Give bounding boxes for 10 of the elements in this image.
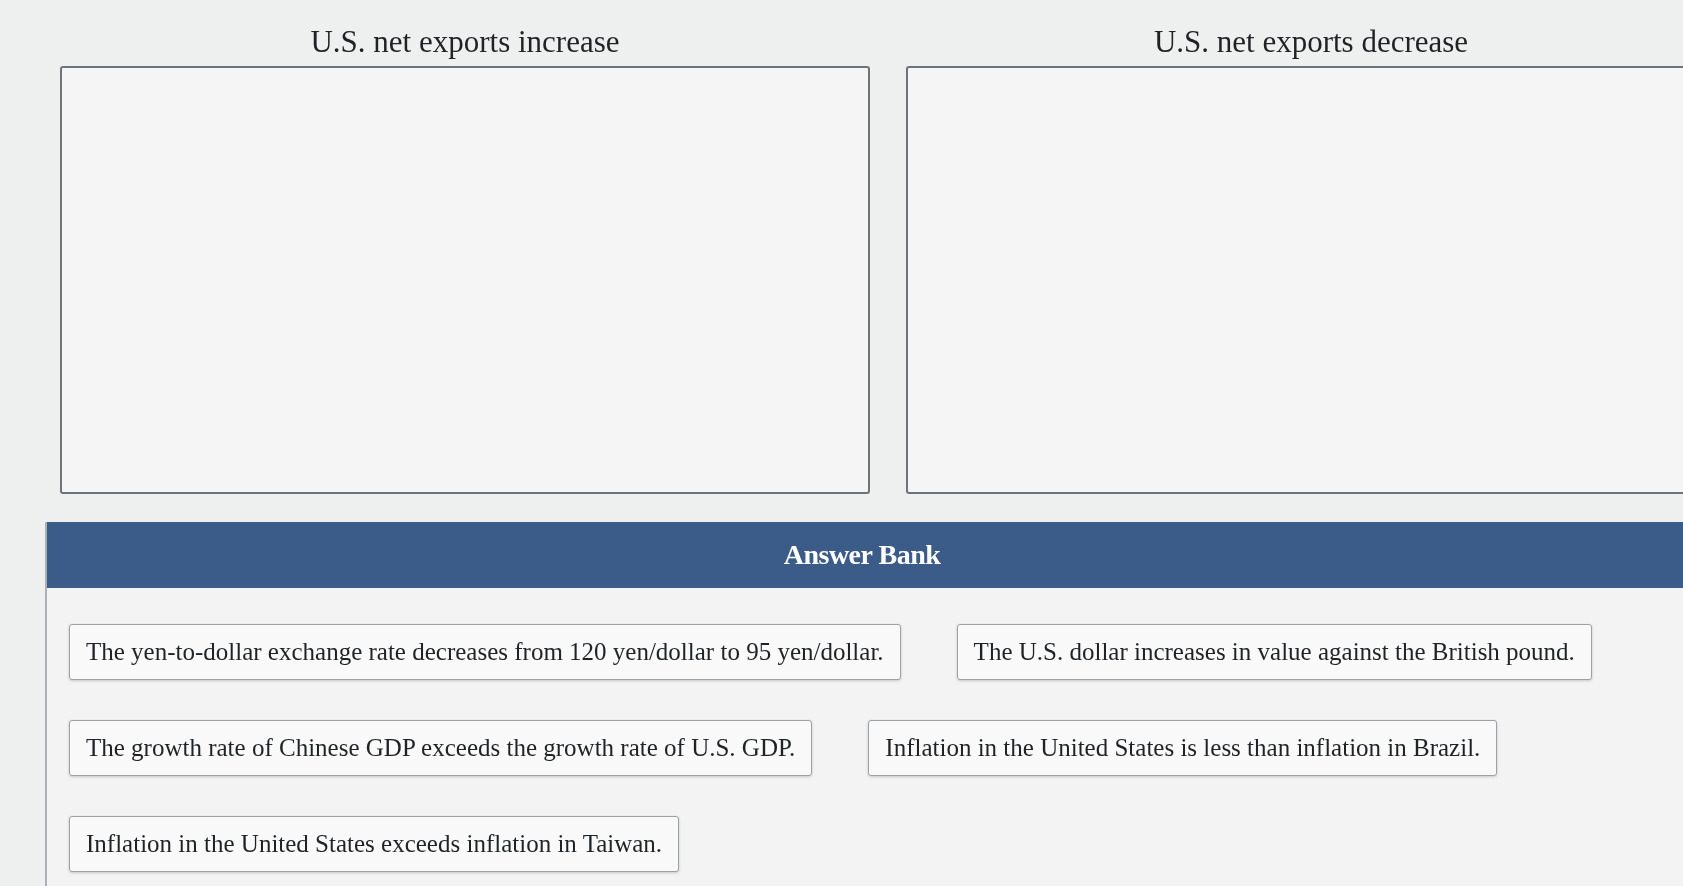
drop-zone[interactable]	[906, 66, 1683, 494]
answer-tile[interactable]: Inflation in the United States is less than inflation in Brazil.	[868, 720, 1498, 776]
answer-tile[interactable]: The growth rate of Chinese GDP exceeds the growth rate of U.S. GDP.	[69, 720, 813, 776]
category-heading: U.S. net exports decrease	[1153, 24, 1469, 60]
category-heading: U.S. net exports increase	[310, 24, 620, 60]
answer-tile[interactable]: The yen-to-dollar exchange rate decreases from 120 yen/dollar to 95 yen/dollar.	[69, 624, 901, 680]
drop-zone[interactable]	[60, 66, 870, 494]
answer-bank-title: Answer Bank	[783, 539, 941, 571]
answer-tile[interactable]: Inflation in the United States exceeds inflation in Taiwan.	[69, 816, 680, 872]
answer-tile[interactable]: The U.S. dollar increases in value against the British pound.	[956, 624, 1592, 680]
